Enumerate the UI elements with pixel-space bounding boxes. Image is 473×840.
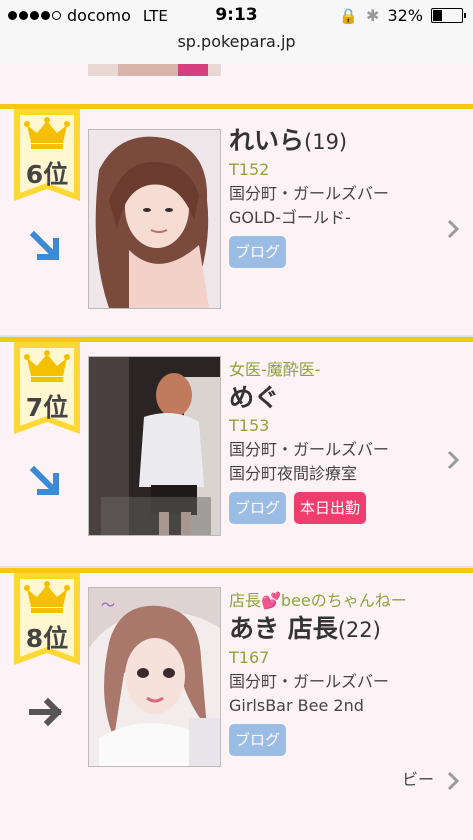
- shop-name[interactable]: GirlsBar Bee 2nd: [229, 694, 441, 718]
- chevron-right-icon[interactable]: [447, 450, 459, 470]
- cast-photo[interactable]: [88, 356, 221, 536]
- ranking-card[interactable]: 6位 れいら(19) T152 国分町・ガールズバー GOLD-ゴールド- ブロ…: [0, 104, 473, 337]
- shop-area: 国分町・ガールズバー: [229, 184, 390, 203]
- shop-name[interactable]: 国分町夜間診療室: [229, 462, 441, 486]
- shop-area: 国分町・ガールズバー: [229, 440, 390, 459]
- cast-photo[interactable]: 〜: [88, 587, 221, 767]
- rotation-lock-icon: 🔒: [339, 6, 359, 25]
- rank-badge: 7位: [14, 342, 80, 434]
- cast-height: T167: [229, 648, 270, 667]
- url-text: sp.pokepara.jp: [177, 32, 296, 51]
- cast-photo[interactable]: [88, 64, 221, 76]
- rank-badge: 6位: [14, 109, 80, 201]
- rank-label: 7位: [25, 393, 69, 422]
- svg-text:〜: 〜: [101, 598, 115, 614]
- battery-percent: 32%: [387, 6, 423, 25]
- cast-photo[interactable]: [88, 129, 221, 309]
- chevron-right-icon[interactable]: [447, 771, 459, 791]
- working-today-tag[interactable]: 本日出勤: [294, 492, 367, 524]
- arrow-down-right-icon: [28, 229, 66, 267]
- cast-name[interactable]: めぐ: [229, 382, 441, 414]
- blog-tag[interactable]: ブログ: [229, 724, 287, 756]
- status-bar: docomo LTE 9:13 🔒 ✱ 32%: [0, 0, 473, 30]
- catchphrase: 女医-魔酔医-: [229, 360, 321, 379]
- cast-name[interactable]: あき 店長(22): [229, 613, 441, 646]
- shop-name-suffix: ビー: [402, 770, 435, 789]
- ranking-card[interactable]: 7位 女医-魔酔医- めぐ T153 国分町・ガールズバー 国分町夜間診療室 ブ…: [0, 337, 473, 568]
- battery-icon: [431, 8, 466, 23]
- catchphrase: 店長💕beeのちゃんねー: [229, 591, 407, 610]
- ranking-card-previous[interactable]: [0, 64, 473, 104]
- blog-tag[interactable]: ブログ: [229, 236, 287, 268]
- address-bar[interactable]: sp.pokepara.jp: [0, 30, 473, 65]
- arrow-right-icon: [28, 693, 66, 731]
- cast-height: T152: [229, 160, 270, 179]
- cast-age: (19): [304, 130, 348, 154]
- blog-tag[interactable]: ブログ: [229, 492, 287, 524]
- shop-name[interactable]: GOLD-ゴールド-: [229, 206, 441, 230]
- arrow-down-right-icon: [28, 464, 66, 502]
- ranking-card[interactable]: 8位 〜 店長💕beeのちゃんねー あき 店長(22) T167 国分町・ガール…: [0, 568, 473, 840]
- bluetooth-icon: ✱: [366, 6, 380, 25]
- cast-name[interactable]: れいら(19): [229, 125, 441, 158]
- ranking-list: 6位 れいら(19) T152 国分町・ガールズバー GOLD-ゴールド- ブロ…: [0, 64, 473, 840]
- cast-age: (22): [337, 618, 381, 642]
- rank-label: 6位: [25, 160, 69, 189]
- cast-height: T153: [229, 416, 270, 435]
- rank-label: 8位: [25, 624, 69, 653]
- shop-area: 国分町・ガールズバー: [229, 672, 390, 691]
- chevron-right-icon[interactable]: [447, 219, 459, 239]
- rank-badge: 8位: [14, 573, 80, 665]
